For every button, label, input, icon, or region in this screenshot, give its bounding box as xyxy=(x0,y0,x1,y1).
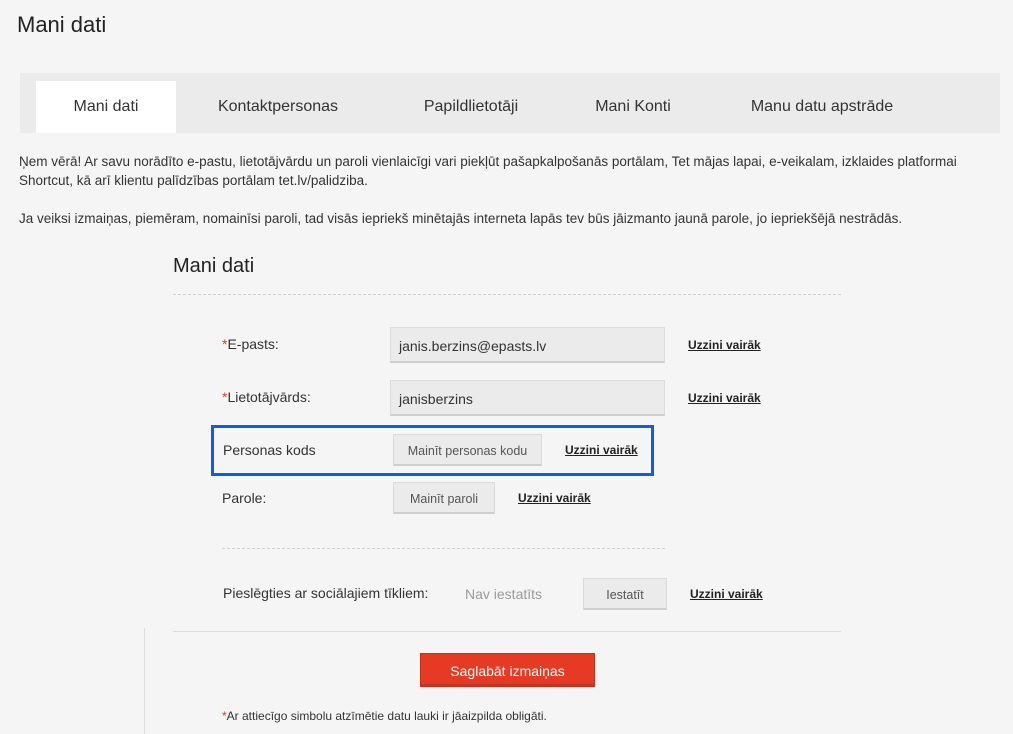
save-changes-button[interactable]: Saglabāt izmaiņas xyxy=(420,653,595,687)
password-label: Parole: xyxy=(222,490,267,506)
password-learn-more-link[interactable]: Uzzini vairāk xyxy=(518,491,591,505)
tab-papildlietotaji[interactable]: Papildlietotāji xyxy=(396,81,546,133)
email-label: *E-pasts: xyxy=(222,336,279,352)
username-field[interactable]: janisberzins xyxy=(390,380,665,416)
personal-code-label: Personas kods xyxy=(223,442,316,458)
username-label: *Lietotājvārds: xyxy=(222,389,311,405)
tab-manu-datu-apstrade[interactable]: Manu datu apstrāde xyxy=(732,81,912,133)
tab-mani-konti[interactable]: Mani Konti xyxy=(580,81,686,133)
username-learn-more-link[interactable]: Uzzini vairāk xyxy=(688,391,761,405)
required-footnote: *Ar attiecīgo simbolu atzīmētie datu lau… xyxy=(222,709,547,723)
personal-code-learn-more-link[interactable]: Uzzini vairāk xyxy=(565,443,638,457)
tab-bar: Mani dati Kontaktpersonas Papildlietotāj… xyxy=(20,73,1000,133)
notice-text: Ņem vērā! Ar savu norādīto e-pastu, liet… xyxy=(19,154,957,188)
notice-text-2: Ja veiksi izmaiņas, piemēram, nomainīsi … xyxy=(19,211,903,226)
email-field[interactable]: janis.berzins@epasts.lv xyxy=(390,327,665,363)
change-personal-code-button[interactable]: Mainīt personas kodu xyxy=(393,434,542,466)
divider xyxy=(173,631,841,632)
setup-social-login-button[interactable]: Iestatīt xyxy=(583,578,667,610)
email-learn-more-link[interactable]: Uzzini vairāk xyxy=(688,338,761,352)
divider xyxy=(222,548,665,549)
section-title: Mani dati xyxy=(173,255,255,277)
page-title: Mani dati xyxy=(17,12,107,37)
social-login-status: Nav iestatīts xyxy=(465,586,543,602)
change-password-button[interactable]: Mainīt paroli xyxy=(393,482,495,514)
social-login-label: Pieslēgties ar sociālajiem tīkliem: xyxy=(223,585,429,601)
tab-mani-dati[interactable]: Mani dati xyxy=(36,81,176,133)
social-learn-more-link[interactable]: Uzzini vairāk xyxy=(690,587,763,601)
tab-kontaktpersonas[interactable]: Kontaktpersonas xyxy=(190,81,366,133)
divider xyxy=(173,294,841,295)
panel-divider xyxy=(144,628,145,734)
